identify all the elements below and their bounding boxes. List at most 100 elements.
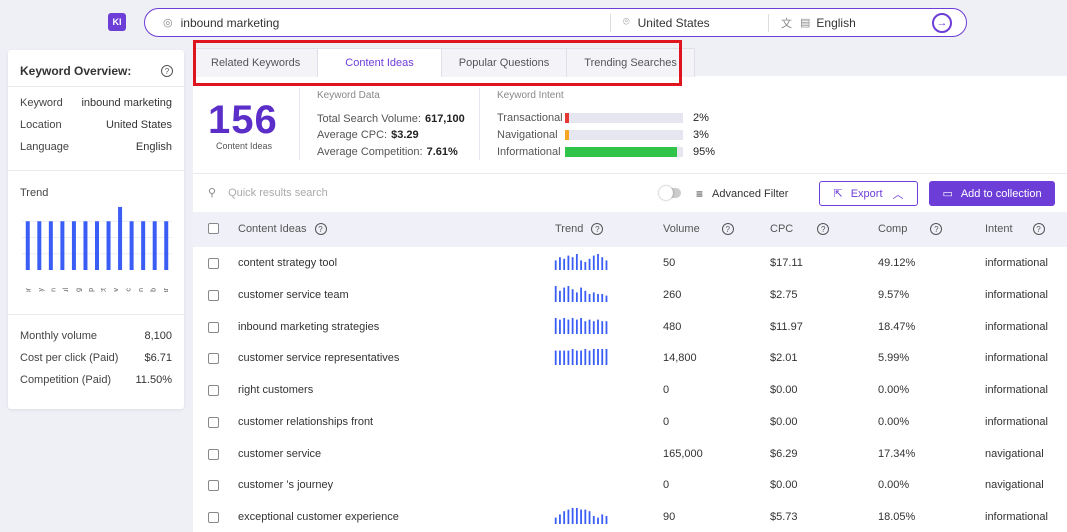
intent-label: Navigational <box>497 129 558 141</box>
kd-label: Total Search Volume: <box>317 113 421 125</box>
advanced-filter-button[interactable]: ≡ Advanced Filter <box>696 187 788 201</box>
tab-content-ideas[interactable]: Content Ideas <box>317 48 442 77</box>
sparkline-bar <box>584 290 587 302</box>
table-row[interactable]: inbound marketing strategies 480 $11.97 … <box>193 311 1067 343</box>
select-all-checkbox[interactable] <box>208 223 219 234</box>
help-icon[interactable]: ? <box>314 223 327 235</box>
row-checkbox[interactable] <box>208 322 219 333</box>
overview-row-location: Location United States <box>20 119 172 131</box>
column-cpc[interactable]: CPC? <box>770 223 830 235</box>
sparkline-bar <box>580 260 582 270</box>
row-checkbox[interactable] <box>208 290 219 301</box>
app-logo[interactable]: KI <box>108 13 126 31</box>
advanced-filter-label: Advanced Filter <box>712 188 789 200</box>
row-checkbox[interactable] <box>208 353 219 364</box>
help-icon[interactable]: ? <box>817 223 830 235</box>
search-submit-button[interactable]: → <box>932 13 952 33</box>
kd-value: 617,100 <box>424 113 465 125</box>
content-ideas-count: 156 <box>208 98 278 142</box>
column-content-ideas[interactable]: Content Ideas? <box>238 223 327 235</box>
sparkline-bar <box>563 511 566 524</box>
help-icon[interactable]: ? <box>161 65 173 77</box>
table-row[interactable]: customer service 165,000 $6.29 17.34% na… <box>193 438 1067 470</box>
intent-label: Transactional <box>497 112 563 124</box>
volume-cell: 0 <box>663 384 670 396</box>
row-checkbox[interactable] <box>208 385 219 396</box>
quick-search-input[interactable]: Quick results search <box>228 187 328 199</box>
sparkline-bar <box>554 260 557 270</box>
intent-label: Informational <box>497 146 561 158</box>
add-to-collection-label: Add to collection <box>960 187 1042 200</box>
content-idea-link[interactable]: customer relationships front <box>238 416 373 428</box>
quick-search[interactable]: ⚲ Quick results search <box>208 186 328 200</box>
content-idea-link[interactable]: customer service team <box>238 289 349 301</box>
sparkline-bar <box>605 295 608 302</box>
content-idea-link[interactable]: customer service <box>238 448 321 460</box>
intent-bar-fill <box>565 113 569 123</box>
help-icon[interactable]: ? <box>721 223 734 235</box>
column-comp[interactable]: Comp? <box>878 223 943 235</box>
kd-label: Average CPC: <box>317 129 388 141</box>
month-label: Feb <box>150 288 157 292</box>
intent-cell: informational <box>985 257 1048 269</box>
language-field[interactable]: 文 ▤ English <box>769 9 856 36</box>
location-select[interactable]: United States <box>638 16 710 30</box>
table-row[interactable]: right customers 0 $0.00 0.00% informatio… <box>193 374 1067 406</box>
export-button[interactable]: ⇱ Export ︿ <box>819 181 918 206</box>
cpc-cell: $2.01 <box>770 352 798 364</box>
sparkline-bar <box>584 509 587 524</box>
stat-label: Competition (Paid) <box>20 374 112 386</box>
table-row[interactable]: customer ’s journey 0 $0.00 0.00% naviga… <box>193 469 1067 501</box>
sparkline-bar <box>563 350 566 365</box>
sparkline-bar <box>575 319 578 334</box>
tab-trending-searches[interactable]: Trending Searches <box>566 48 695 77</box>
sparkline-bar <box>580 350 582 365</box>
keyword-input[interactable]: inbound marketing <box>181 16 280 30</box>
table-row[interactable]: content strategy tool 50 $17.11 49.12% i… <box>193 247 1067 279</box>
help-icon[interactable]: ? <box>930 223 943 235</box>
divider <box>299 88 300 160</box>
row-checkbox[interactable] <box>208 512 219 523</box>
help-icon[interactable]: ? <box>591 223 604 235</box>
sparkline-bar <box>559 290 561 302</box>
row-checkbox[interactable] <box>208 417 219 428</box>
column-volume[interactable]: Volume? <box>663 223 734 235</box>
volume-cell: 260 <box>663 289 682 301</box>
location-field[interactable]: ⌾ United States <box>611 9 768 36</box>
sparkline-bar <box>580 318 582 334</box>
content-idea-link[interactable]: exceptional customer experience <box>238 511 399 523</box>
tab-related-keywords[interactable]: Related Keywords <box>193 48 319 77</box>
column-trend[interactable]: Trend? <box>555 223 604 235</box>
trend-bar <box>95 221 99 270</box>
add-to-collection-button[interactable]: ▭ Add to collection <box>929 181 1055 206</box>
column-label: CPC <box>770 223 794 235</box>
content-idea-link[interactable]: right customers <box>238 384 313 396</box>
month-label: May <box>38 288 45 292</box>
table-row[interactable]: customer relationships front 0 $0.00 0.0… <box>193 406 1067 438</box>
help-icon[interactable]: ? <box>1032 223 1045 235</box>
content-idea-link[interactable]: inbound marketing strategies <box>238 321 379 333</box>
row-checkbox[interactable] <box>208 480 219 491</box>
language-select[interactable]: English <box>816 16 855 30</box>
trend-label: Trend <box>20 187 49 199</box>
table-row[interactable]: customer service team 260 $2.75 9.57% in… <box>193 279 1067 311</box>
folder-plus-icon: ▭ <box>942 188 953 200</box>
keyword-field[interactable]: ◎ inbound marketing <box>145 9 610 36</box>
tab-popular-questions[interactable]: Popular Questions <box>440 48 568 77</box>
stat-row-volume: Monthly volume 8,100 <box>20 330 172 342</box>
search-icon: ⚲ <box>208 187 217 199</box>
filter-toggle[interactable] <box>659 186 681 200</box>
overview-value: United States <box>105 119 172 131</box>
table-row[interactable]: customer service representatives 14,800 … <box>193 342 1067 374</box>
sparkline-bar <box>567 286 570 302</box>
row-checkbox[interactable] <box>208 258 219 269</box>
table-row[interactable]: exceptional customer experience 90 $5.73… <box>193 501 1067 532</box>
sparkline-bar <box>567 509 570 524</box>
content-idea-link[interactable]: content strategy tool <box>238 257 337 269</box>
content-idea-link[interactable]: customer service representatives <box>238 352 399 364</box>
content-idea-link[interactable]: customer ’s journey <box>238 479 333 491</box>
comp-cell: 9.57% <box>878 289 910 301</box>
row-checkbox[interactable] <box>208 449 219 460</box>
column-intent[interactable]: Intent? <box>985 223 1045 235</box>
sparkline-bar <box>580 509 582 524</box>
